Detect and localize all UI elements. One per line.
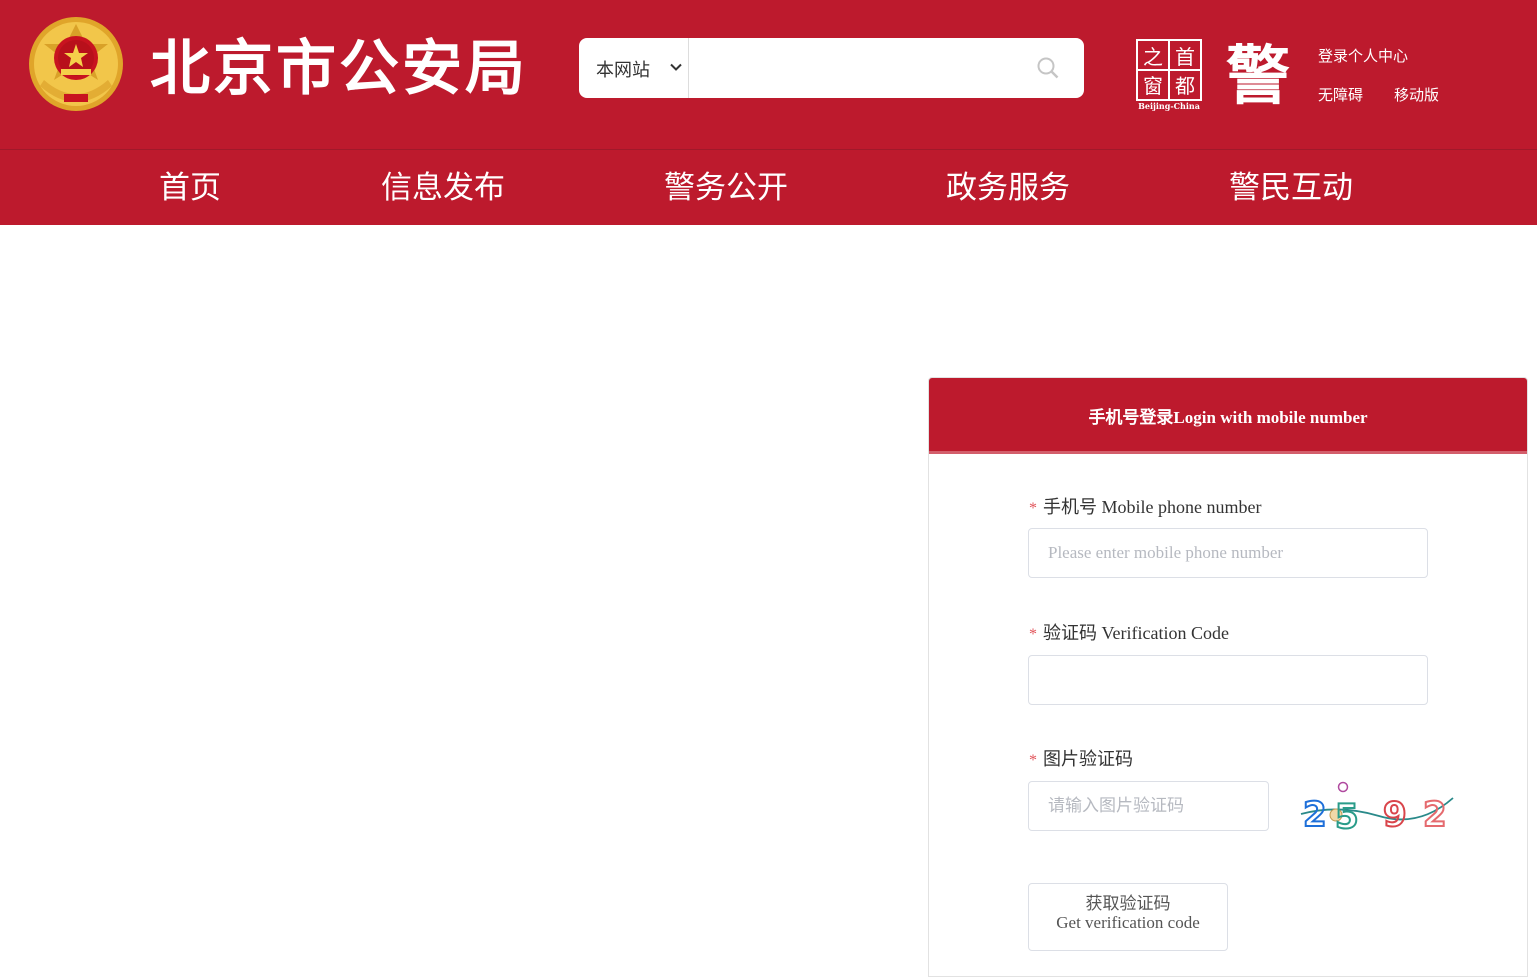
captcha-char: 2 xyxy=(1303,795,1327,832)
login-panel-header: 手机号登录Login with mobile number xyxy=(929,378,1527,454)
nav-item-gov-services[interactable]: 政务服务 xyxy=(946,168,1070,208)
phone-input[interactable] xyxy=(1028,528,1428,578)
required-mark: * xyxy=(1029,752,1037,769)
search-icon[interactable] xyxy=(1036,56,1060,80)
nav-item-home[interactable]: 首页 xyxy=(159,168,221,208)
search-input[interactable] xyxy=(690,38,1020,98)
login-center-link[interactable]: 登录个人中心 xyxy=(1318,45,1408,66)
accessibility-link[interactable]: 无障碍 xyxy=(1318,84,1363,105)
phone-label: * 手机号 Mobile phone number xyxy=(1029,493,1261,519)
required-mark: * xyxy=(1029,500,1037,517)
capital-logo-char: 都 xyxy=(1175,74,1195,98)
police-jing-logo[interactable]: 警 xyxy=(1220,40,1296,114)
phone-label-text: 手机号 Mobile phone number xyxy=(1043,497,1262,517)
capital-logo-char: 之 xyxy=(1143,45,1163,69)
search-scope-select[interactable]: 本网站 xyxy=(579,38,689,98)
capital-logo-subtitle: Beijing-China xyxy=(1138,101,1200,111)
login-panel-title: 手机号登录Login with mobile number xyxy=(1088,408,1368,427)
nav-item-police-affairs[interactable]: 警务公开 xyxy=(664,168,788,208)
get-code-label-cn: 获取验证码 xyxy=(1085,894,1171,913)
verification-code-input[interactable] xyxy=(1028,655,1428,705)
jing-logo-char: 警 xyxy=(1226,40,1290,106)
code-label: * 验证码 Verification Code xyxy=(1029,619,1229,645)
site-header: 北京市公安局 本网站 之 首 窗 都 Beijing-China 警 登录个人中… xyxy=(0,0,1537,149)
capital-logo-char: 窗 xyxy=(1143,74,1163,98)
site-title: 北京市公安局 xyxy=(150,34,528,104)
login-panel: 手机号登录Login with mobile number * 手机号 Mobil… xyxy=(928,377,1528,977)
chevron-down-icon xyxy=(670,63,682,71)
image-code-label: * 图片验证码 xyxy=(1029,745,1133,771)
image-code-label-text: 图片验证码 xyxy=(1043,749,1133,769)
captcha-image[interactable]: 2 5 9 2 xyxy=(1299,780,1455,832)
nav-item-info-release[interactable]: 信息发布 xyxy=(381,168,505,208)
police-emblem-icon xyxy=(29,17,123,111)
capital-logo-char: 首 xyxy=(1175,45,1195,69)
image-code-input[interactable] xyxy=(1028,781,1269,831)
get-code-label-en: Get verification code xyxy=(1056,913,1200,932)
get-verification-code-button[interactable]: 获取验证码 Get verification code xyxy=(1028,883,1228,951)
capital-window-icon: 之 首 窗 都 Beijing-China xyxy=(1136,39,1202,111)
code-label-text: 验证码 Verification Code xyxy=(1043,623,1229,643)
jing-character-icon: 警 xyxy=(1226,40,1290,114)
main-nav: 首页 信息发布 警务公开 政务服务 警民互动 xyxy=(0,149,1537,225)
search-bar: 本网站 xyxy=(579,38,1084,98)
search-scope-label: 本网站 xyxy=(596,60,650,81)
captcha-char: 5 xyxy=(1335,797,1359,832)
required-mark: * xyxy=(1029,626,1037,643)
captcha-char: 9 xyxy=(1383,795,1407,832)
mobile-version-link[interactable]: 移动版 xyxy=(1394,84,1439,105)
captcha-char: 2 xyxy=(1423,795,1447,832)
nav-item-interaction[interactable]: 警民互动 xyxy=(1229,168,1353,208)
capital-window-logo[interactable]: 之 首 窗 都 Beijing-China xyxy=(1134,38,1204,112)
